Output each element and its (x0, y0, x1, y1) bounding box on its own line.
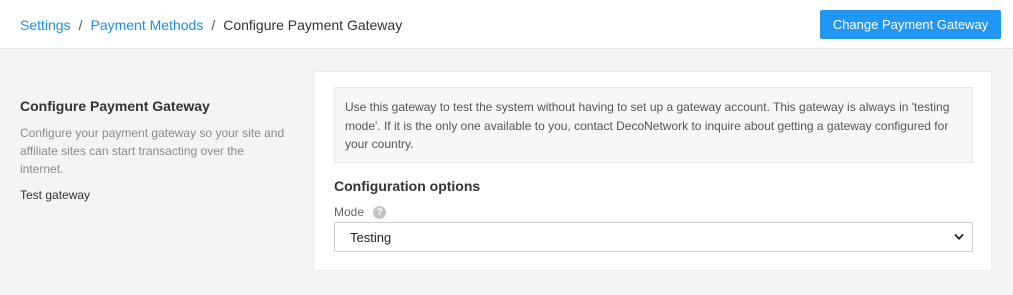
gateway-name: Test gateway (20, 188, 91, 202)
gateway-info-box: Use this gateway to test the system with… (334, 87, 973, 163)
breadcrumb: Settings / Payment Methods / Configure P… (20, 16, 402, 34)
breadcrumb-separator: / (211, 17, 216, 33)
change-payment-gateway-button[interactable]: Change Payment Gateway (820, 10, 1001, 39)
section-description: Configure Payment Gateway Configure your… (20, 97, 290, 204)
chevron-down-icon (954, 234, 964, 240)
mode-label: Mode ? (334, 205, 387, 219)
breadcrumb-separator: / (78, 17, 83, 33)
section-title: Configure Payment Gateway (20, 98, 210, 114)
breadcrumb-settings-link[interactable]: Settings (20, 16, 71, 34)
mode-select-value: Testing (350, 230, 392, 245)
mode-label-text: Mode (334, 205, 365, 219)
help-icon[interactable]: ? (373, 205, 387, 219)
configuration-options-heading: Configuration options (334, 178, 481, 194)
section-description-text: Configure your payment gateway so your s… (20, 126, 285, 176)
breadcrumb-current: Configure Payment Gateway (223, 17, 403, 33)
mode-select[interactable]: Testing (334, 222, 973, 252)
configuration-card: Use this gateway to test the system with… (313, 71, 992, 271)
breadcrumb-payment-methods-link[interactable]: Payment Methods (90, 16, 203, 34)
top-bar: Settings / Payment Methods / Configure P… (0, 0, 1013, 49)
